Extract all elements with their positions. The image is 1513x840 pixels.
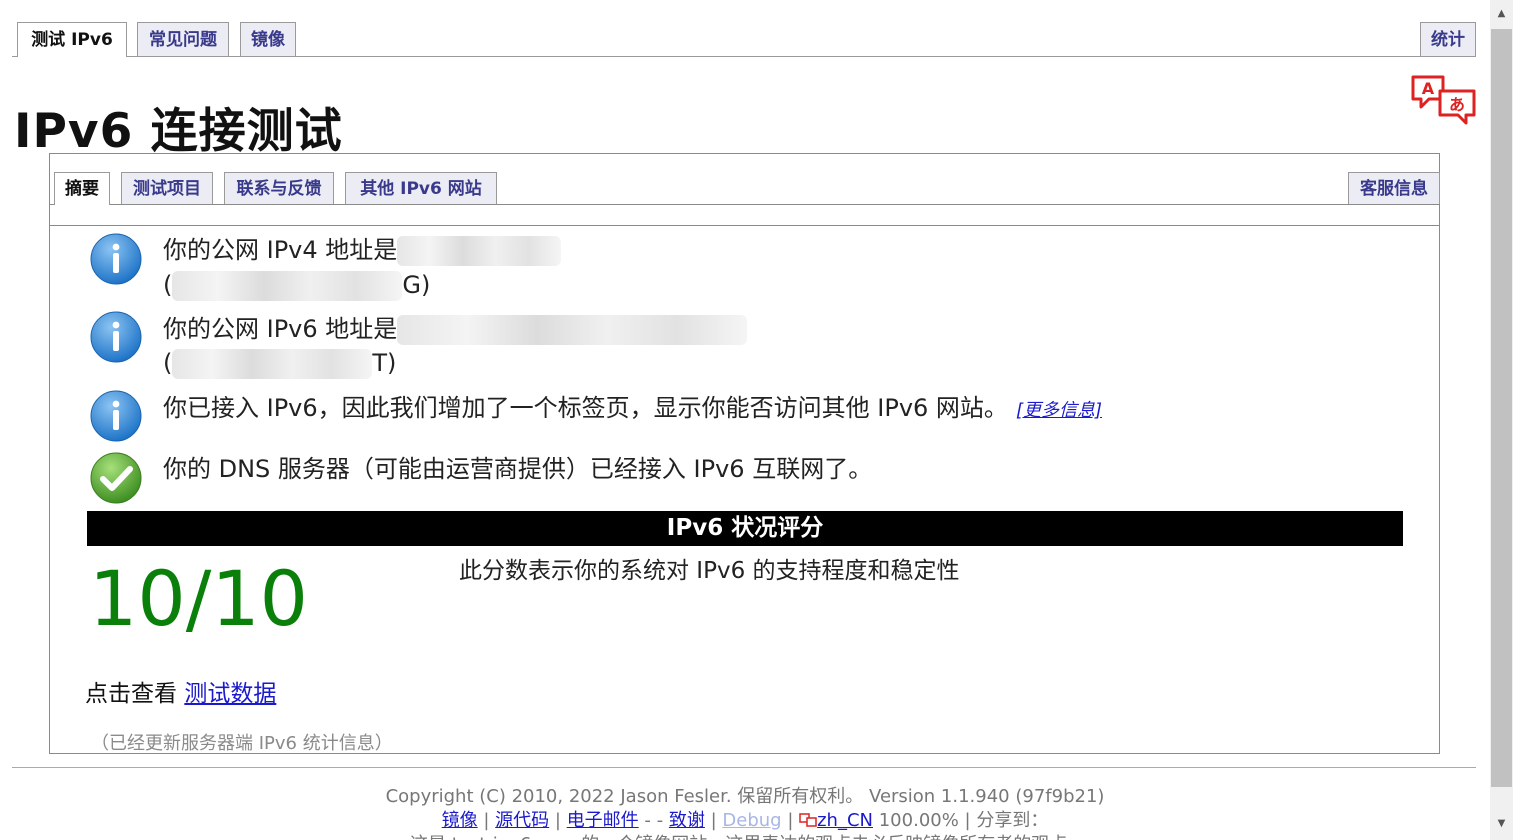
tab-other-ipv6-sites[interactable]: 其他 IPv6 网站 — [345, 172, 497, 204]
locale-link[interactable]: zh_CN — [817, 810, 873, 831]
translate-icon[interactable]: A あ — [1410, 74, 1478, 126]
footer-email-link[interactable]: 电子邮件 — [567, 810, 639, 831]
dns-message: 你的 DNS 服务器（可能由运营商提供）已经接入 IPv6 互联网了。 — [163, 455, 873, 483]
footer-debug-link[interactable]: Debug — [722, 810, 781, 831]
info-icon — [90, 233, 142, 285]
top-tab-bar: 测试 IPv6 常见问题 镜像 统计 — [12, 22, 1476, 57]
footer-thanks-link[interactable]: 致谢 — [669, 810, 705, 831]
ipv4-address-line: 你的公网 IPv4 地址是 — [163, 233, 562, 267]
ipv6-label: 你的公网 IPv6 地址是 — [163, 315, 398, 343]
scroll-up-arrow-icon[interactable]: ▲ — [1490, 8, 1513, 19]
ipv6-address-line: 你的公网 IPv6 地址是 — [163, 312, 748, 346]
ipv6-address-redacted — [397, 315, 748, 345]
ipv6-isp-line: (T) — [163, 349, 397, 379]
tab-summary[interactable]: 摘要 — [54, 172, 110, 205]
footer-divider — [12, 767, 1476, 768]
test-data-line: 点击查看 测试数据 — [85, 681, 277, 707]
footer-source-link[interactable]: 源代码 — [495, 810, 549, 831]
mirror-disclaimer: 这是 test-ipv6.com 的一个镜像网站。这里表达的观点未必反映镜像所有… — [410, 830, 1085, 840]
checkmark-icon — [90, 452, 142, 504]
scroll-down-arrow-icon[interactable]: ▼ — [1490, 818, 1513, 829]
info-icon — [90, 311, 142, 363]
tab-contact[interactable]: 联系与反馈 — [224, 172, 334, 204]
translate-icon — [799, 813, 817, 827]
scroll-thumb[interactable] — [1491, 29, 1512, 787]
footer-links: 镜像 | 源代码 | 电子邮件 - - 致谢 | Debug | zh_CN 1… — [441, 810, 1049, 831]
ipv4-label: 你的公网 IPv4 地址是 — [163, 236, 398, 264]
tab-mirrors[interactable]: 镜像 — [240, 22, 296, 56]
svg-text:あ: あ — [1449, 95, 1465, 114]
test-data-link[interactable]: 测试数据 — [184, 681, 276, 707]
page-title: IPv6 连接测试 — [14, 104, 343, 159]
footer-mirrors-link[interactable]: 镜像 — [442, 810, 478, 831]
info-icon — [90, 390, 142, 442]
svg-text:A: A — [1422, 79, 1435, 98]
ipv4-isp-redacted — [172, 271, 403, 301]
scrollbar[interactable]: ▲ ▼ — [1490, 0, 1513, 840]
score-heading: IPv6 状况评分 — [87, 511, 1403, 546]
copyright: Copyright (C) 2010, 2022 Jason Fesler. 保… — [385, 786, 1105, 807]
score-description: 此分数表示你的系统对 IPv6 的支持程度和稳定性 — [459, 558, 960, 584]
ipv6-tab-added-message: 你已接入 IPv6，因此我们增加了一个标签页，显示你能否访问其他 IPv6 网站… — [163, 394, 1102, 422]
ipv6-isp-redacted — [172, 349, 373, 379]
tab-faq[interactable]: 常见问题 — [137, 22, 229, 56]
sub-tab-bar: 摘要 测试项目 联系与反馈 其他 IPv6 网站 客服信息 — [50, 172, 1440, 205]
ipv4-address-redacted — [397, 236, 562, 266]
stats-note: （已经更新服务器端 IPv6 统计信息） — [91, 733, 393, 754]
tab-tests[interactable]: 测试项目 — [121, 172, 213, 204]
tab-test-ipv6[interactable]: 测试 IPv6 — [17, 22, 127, 57]
more-info-link[interactable]: [更多信息] — [1016, 400, 1102, 421]
ipv4-isp-line: (G) — [163, 271, 431, 301]
summary-panel: 摘要 测试项目 联系与反馈 其他 IPv6 网站 客服信息 你的公网 IPv4 … — [49, 153, 1440, 754]
score-value: 10/10 — [89, 554, 309, 643]
divider — [50, 225, 1439, 226]
tab-stats[interactable]: 统计 — [1420, 22, 1476, 56]
tab-support-info[interactable]: 客服信息 — [1348, 172, 1440, 204]
